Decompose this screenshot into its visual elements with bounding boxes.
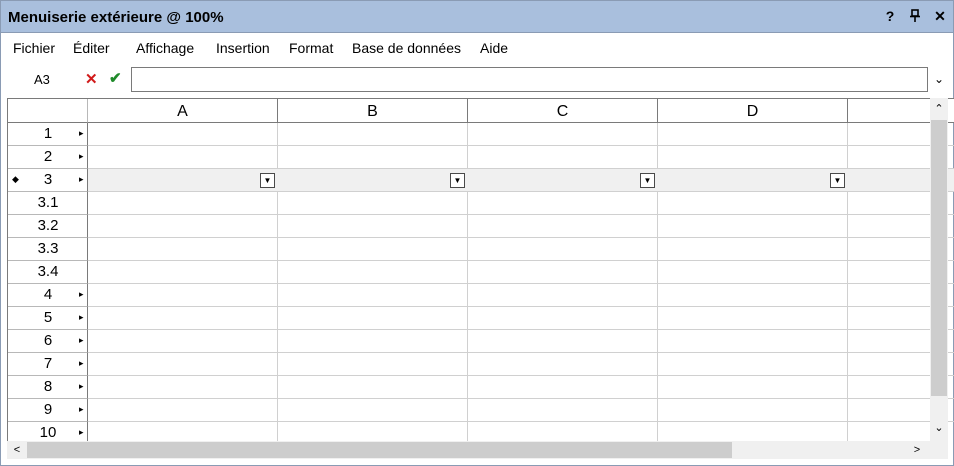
expand-arrow-icon[interactable]: ▸ <box>79 358 84 369</box>
table-row[interactable] <box>88 215 954 238</box>
menu-base-de-donnees[interactable]: Base de données <box>352 40 461 56</box>
cancel-icon[interactable]: ✕ <box>85 70 98 88</box>
menu-bar: Fichier Éditer Affichage Insertion Forma… <box>1 34 953 61</box>
horizontal-scroll-thumb[interactable] <box>27 442 732 458</box>
window-title: Menuiserie extérieure @ 100% <box>8 9 224 26</box>
current-row-marker-icon: ◆ <box>12 174 19 184</box>
expand-arrow-icon[interactable]: ▸ <box>79 151 84 162</box>
grid-corner[interactable] <box>8 99 88 123</box>
cell-dropdown-button[interactable]: ▼ <box>830 173 845 188</box>
row-label: 3.2 <box>37 217 59 234</box>
expand-arrow-icon[interactable]: ▸ <box>79 128 84 139</box>
menu-format[interactable]: Format <box>289 40 333 56</box>
row-header[interactable]: 8 ▸ <box>8 376 88 399</box>
expand-arrow-icon[interactable]: ▸ <box>79 289 84 300</box>
pin-icon[interactable] <box>906 7 924 25</box>
scroll-left-icon[interactable]: < <box>9 441 25 459</box>
table-row[interactable] <box>88 192 954 215</box>
expand-arrow-icon[interactable]: ▸ <box>79 335 84 346</box>
row-label: 3 <box>43 171 53 188</box>
row-label: 7 <box>43 355 53 372</box>
cell-dropdown-button[interactable]: ▼ <box>450 173 465 188</box>
table-row[interactable] <box>88 146 954 169</box>
menu-affichage[interactable]: Affichage <box>136 40 194 56</box>
menu-fichier[interactable]: Fichier <box>13 40 55 56</box>
column-header-b[interactable]: B <box>278 99 468 123</box>
horizontal-scrollbar[interactable]: < > <box>7 441 930 459</box>
confirm-icon[interactable]: ✔ <box>109 69 122 87</box>
table-row[interactable] <box>88 123 954 146</box>
row-header[interactable]: 9 ▸ <box>8 399 88 422</box>
row-header[interactable]: 5 ▸ <box>8 307 88 330</box>
menu-editer[interactable]: Éditer <box>73 40 110 56</box>
column-header-d[interactable]: D <box>658 99 848 123</box>
spreadsheet-window: Menuiserie extérieure @ 100% ? ✕ Fichier… <box>0 0 954 466</box>
row-header[interactable]: 6 ▸ <box>8 330 88 353</box>
row-label: 8 <box>43 378 53 395</box>
row-label: 3.4 <box>37 263 59 280</box>
table-row[interactable] <box>88 261 954 284</box>
table-row[interactable] <box>88 422 954 441</box>
row-label: 3.1 <box>37 194 59 211</box>
spreadsheet-grid: A B C D 1 ▸ 2 ▸ ▼ ▼ ▼ ▼ 3 ▸ ◆ 3.1 3.2 3.3 3.4 4 ▸ 5 ▸ 6 ▸ 7 ▸ 8… <box>7 98 954 441</box>
help-icon[interactable]: ? <box>881 7 899 25</box>
expand-arrow-icon[interactable]: ▸ <box>79 404 84 415</box>
formula-input[interactable] <box>131 67 928 92</box>
row-label: 3.3 <box>37 240 59 257</box>
expand-arrow-icon[interactable]: ▸ <box>79 427 84 438</box>
chevron-down-icon[interactable]: ⌄ <box>931 70 947 88</box>
close-icon[interactable]: ✕ <box>931 7 949 25</box>
row-header[interactable]: 3.2 <box>8 215 88 238</box>
table-row[interactable] <box>88 238 954 261</box>
table-row[interactable] <box>88 376 954 399</box>
vertical-scrollbar[interactable]: ⌃ ⌄ <box>930 98 948 441</box>
row-header[interactable]: 1 ▸ <box>8 123 88 146</box>
row-label: 10 <box>39 424 57 441</box>
row-header[interactable]: 10 ▸ <box>8 422 88 441</box>
scroll-down-icon[interactable]: ⌄ <box>930 419 948 437</box>
menu-aide[interactable]: Aide <box>480 40 508 56</box>
row-label: 5 <box>43 309 53 326</box>
cell-dropdown-button[interactable]: ▼ <box>640 173 655 188</box>
row-label: 9 <box>43 401 53 418</box>
scroll-right-icon[interactable]: > <box>909 441 925 459</box>
title-bar[interactable]: Menuiserie extérieure @ 100% ? ✕ <box>1 1 953 33</box>
cell-reference: A3 <box>34 72 50 87</box>
row-header[interactable]: 3.3 <box>8 238 88 261</box>
menu-insertion[interactable]: Insertion <box>216 40 270 56</box>
table-row[interactable] <box>88 169 954 192</box>
expand-arrow-icon[interactable]: ▸ <box>79 312 84 323</box>
table-row[interactable] <box>88 330 954 353</box>
row-header[interactable]: 7 ▸ <box>8 353 88 376</box>
expand-arrow-icon[interactable]: ▸ <box>79 174 84 185</box>
vertical-scroll-thumb[interactable] <box>931 120 947 396</box>
row-label: 4 <box>43 286 53 303</box>
row-header[interactable]: 3.1 <box>8 192 88 215</box>
row-header[interactable]: 2 ▸ <box>8 146 88 169</box>
row-label: 6 <box>43 332 53 349</box>
row-label: 2 <box>43 148 53 165</box>
expand-arrow-icon[interactable]: ▸ <box>79 381 84 392</box>
scroll-corner <box>930 441 948 459</box>
table-row[interactable] <box>88 353 954 376</box>
formula-bar: A3 ✕ ✔ ⌄ <box>1 62 953 96</box>
row-label: 1 <box>43 125 53 142</box>
table-row[interactable] <box>88 284 954 307</box>
table-row[interactable] <box>88 307 954 330</box>
cell-dropdown-button[interactable]: ▼ <box>260 173 275 188</box>
row-header[interactable]: 3.4 <box>8 261 88 284</box>
column-header-a[interactable]: A <box>88 99 278 123</box>
table-row[interactable] <box>88 399 954 422</box>
row-header[interactable]: 3 ▸ ◆ <box>8 169 88 192</box>
scroll-up-icon[interactable]: ⌃ <box>930 100 948 118</box>
column-header-c[interactable]: C <box>468 99 658 123</box>
row-header[interactable]: 4 ▸ <box>8 284 88 307</box>
